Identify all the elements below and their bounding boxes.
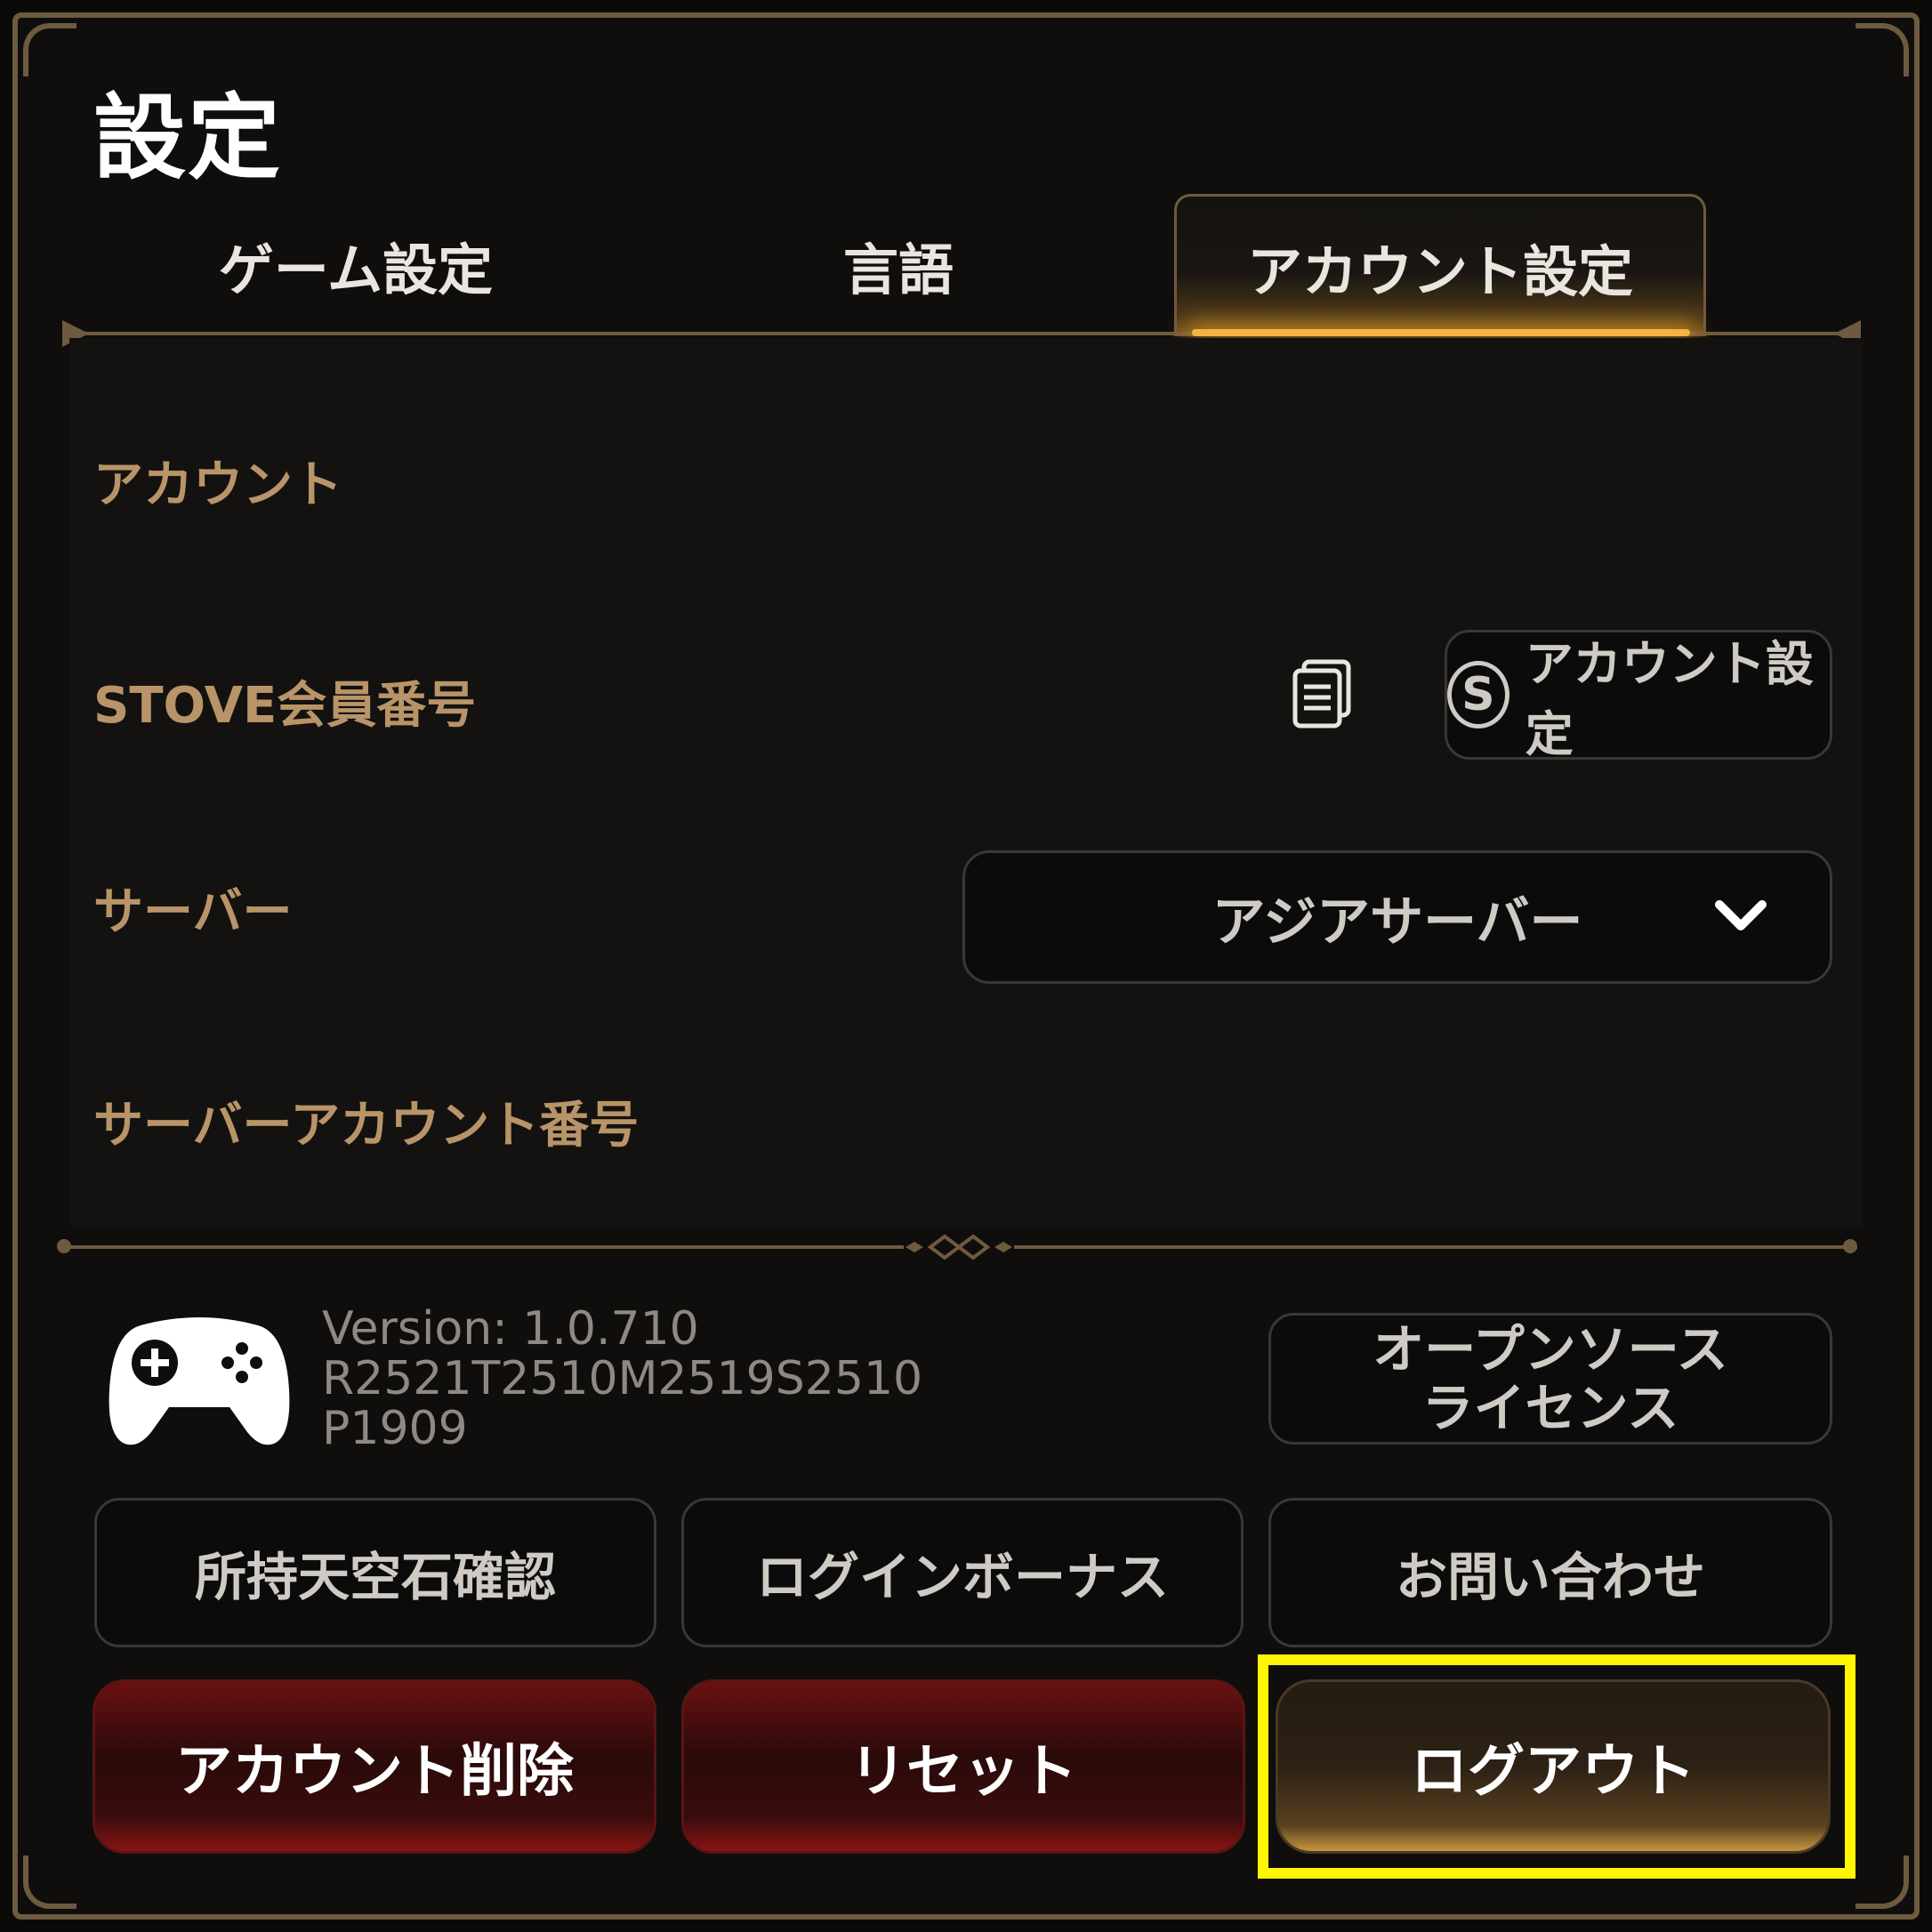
frame-corner [23, 1856, 76, 1909]
server-select[interactable]: アジアサーバー [962, 850, 1832, 984]
server-selected-value: アジアサーバー [1212, 890, 1583, 954]
frame-corner [23, 23, 76, 76]
stove-account-settings-button[interactable]: S アカウント設定 [1445, 630, 1832, 762]
server-account-number-label: サーバーアカウント番号 [93, 1097, 640, 1155]
section-header-account: アカウント [93, 456, 342, 514]
active-tab-indicator [1192, 329, 1690, 336]
frame-corner [1856, 23, 1909, 76]
version-line: P1909 [322, 1402, 468, 1455]
tab-language[interactable]: 言語 [765, 194, 1032, 336]
version-line: Version: 1.0.710 [322, 1302, 699, 1356]
open-source-license-button[interactable]: オープンソース ライセンス [1268, 1313, 1832, 1445]
reset-button[interactable]: リセット [681, 1679, 1245, 1854]
stove-account-settings-label: アカウント設定 [1525, 636, 1814, 762]
copy-icon[interactable] [1292, 658, 1354, 729]
version-line: R2521T2510M2519S2510 [322, 1352, 923, 1405]
login-bonus-button[interactable]: ログインボーナス [681, 1498, 1244, 1647]
license-label-line2: ライセンス [1421, 1378, 1679, 1438]
frame-corner [1856, 1856, 1909, 1909]
check-sky-stones-button[interactable]: 所持天空石確認 [94, 1498, 656, 1647]
stove-logo-icon: S [1447, 661, 1509, 729]
delete-account-button[interactable]: アカウント削除 [93, 1679, 656, 1854]
tab-account-settings[interactable]: アカウント設定 [1174, 194, 1706, 336]
divider-end-dot [1843, 1239, 1857, 1253]
tab-game-settings[interactable]: ゲーム設定 [142, 194, 569, 336]
contact-button[interactable]: お問い合わせ [1268, 1498, 1832, 1647]
divider-ornament-icon [904, 1234, 1014, 1260]
stove-member-number-label: STOVE会員番号 [93, 677, 477, 735]
divider-end-dot [57, 1239, 71, 1253]
highlight-box [1258, 1654, 1856, 1879]
version-info: Version: 1.0.710 R2521T2510M2519S2510 P1… [322, 1304, 922, 1453]
gamepad-icon [109, 1317, 290, 1445]
server-label: サーバー [93, 883, 293, 941]
chevron-down-icon [1715, 900, 1767, 930]
license-label-line1: オープンソース [1373, 1319, 1728, 1380]
page-title: 設定 [93, 84, 283, 192]
